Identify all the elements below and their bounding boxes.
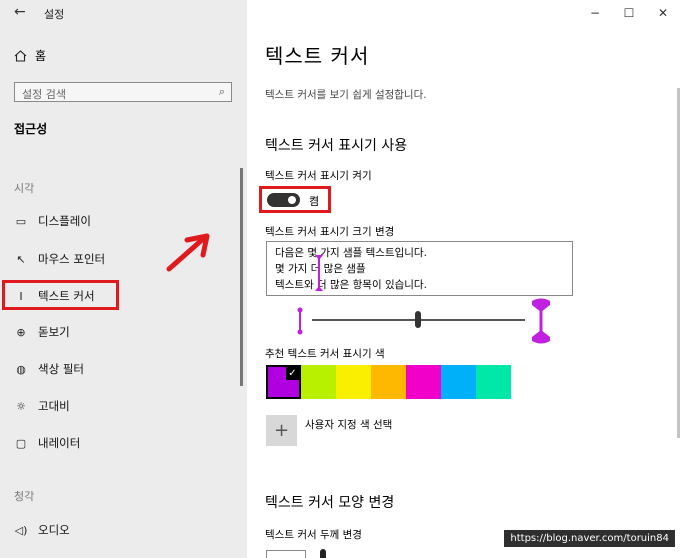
sample-text-box: 다음은 몇 가지 샘플 텍스트입니다. 몇 가지 더 많은 샘플 텍스트와 더 …	[266, 241, 573, 296]
color-swatch[interactable]	[476, 365, 511, 399]
plus-icon: +	[273, 420, 290, 441]
sidebar-item-mouse-pointer[interactable]: ↖ 마우스 포인터	[14, 249, 105, 269]
high-contrast-icon: ☼	[16, 399, 26, 413]
sidebar-item-label: 디스플레이	[38, 214, 91, 228]
back-arrow-icon[interactable]: ←	[14, 4, 26, 20]
annotation-highlight-text-cursor	[2, 280, 119, 310]
maximize-button[interactable]: ☐	[612, 0, 646, 26]
color-swatch[interactable]: ✓	[266, 365, 301, 399]
thickness-preview-box	[266, 550, 306, 558]
custom-color-label[interactable]: 사용자 지정 색 선택	[305, 417, 392, 432]
indicator-toggle-switch[interactable]	[267, 193, 300, 207]
sidebar-item-narrator[interactable]: ▢ 내레이터	[14, 433, 81, 453]
thickness-slider-thumb[interactable]	[320, 549, 326, 558]
color-filter-icon: ◍	[16, 362, 26, 376]
color-swatch[interactable]	[406, 365, 441, 399]
sidebar-item-label: 색상 필터	[38, 362, 84, 376]
home-label: 홈	[35, 49, 47, 63]
display-icon: ▭	[15, 214, 27, 228]
titlebar-left: ← 설정	[0, 0, 247, 30]
indicator-toggle-state: 켬	[309, 195, 320, 208]
search-icon[interactable]: ⌕	[219, 85, 225, 99]
color-swatch-row: ✓	[266, 365, 511, 399]
app-title: 설정	[44, 8, 65, 21]
size-slider-thumb[interactable]	[415, 311, 421, 328]
color-swatch[interactable]	[301, 365, 336, 399]
annotation-arrow-icon	[166, 233, 210, 272]
group-label-vision: 시각	[14, 182, 35, 195]
sidebar-item-audio[interactable]: ◁) 오디오	[14, 520, 70, 540]
watermark-url: https://blog.naver.com/toruin84	[504, 530, 675, 547]
color-swatch[interactable]	[371, 365, 406, 399]
sidebar-item-display[interactable]: ▭ 디스플레이	[14, 211, 91, 231]
checkmark-icon: ✓	[286, 367, 299, 380]
sidebar-item-label: 내레이터	[38, 436, 81, 450]
close-button[interactable]: ✕	[646, 0, 680, 26]
page-description: 텍스트 커서를 보기 쉽게 설정합니다.	[265, 89, 427, 101]
magnifier-icon: ⊕	[16, 325, 26, 339]
settings-sidebar: ← 설정 홈 ⌕ 접근성 시각 ▭ 디스플레이 ↖ 마우스 포인터 I 텍스트 …	[0, 0, 247, 558]
indicator-section-heading: 텍스트 커서 표시기 사용	[265, 138, 408, 154]
home-icon	[14, 49, 27, 62]
add-custom-color-button[interactable]: +	[266, 415, 297, 446]
sidebar-item-magnifier[interactable]: ⊕ 돋보기	[14, 322, 70, 342]
sidebar-scrollbar[interactable]	[240, 168, 243, 386]
thickness-label: 텍스트 커서 두께 변경	[265, 529, 362, 541]
home-nav-item[interactable]: 홈	[14, 47, 46, 64]
sidebar-item-label: 돋보기	[38, 325, 70, 339]
recommended-colors-label: 추천 텍스트 커서 표시기 색	[265, 348, 385, 360]
narrator-icon: ▢	[15, 436, 27, 450]
group-label-hearing: 청각	[14, 490, 35, 503]
large-indicator-icon	[532, 298, 550, 344]
cursor-indicator-preview-icon	[315, 255, 323, 291]
search-input[interactable]	[15, 85, 212, 104]
page-title: 텍스트 커서	[265, 44, 370, 68]
settings-search-box[interactable]: ⌕	[14, 82, 232, 104]
sidebar-item-label: 고대비	[38, 399, 70, 413]
sidebar-item-color-filter[interactable]: ◍ 색상 필터	[14, 359, 84, 379]
small-indicator-icon	[297, 307, 303, 335]
sidebar-section-title: 접근성	[14, 122, 48, 136]
color-swatch[interactable]	[336, 365, 371, 399]
indicator-size-label: 텍스트 커서 표시기 크기 변경	[265, 226, 395, 238]
appearance-section-heading: 텍스트 커서 모양 변경	[265, 495, 395, 511]
mouse-pointer-icon: ↖	[16, 252, 26, 266]
sidebar-item-label: 오디오	[38, 523, 70, 537]
window-controls: − ☐ ✕	[578, 0, 680, 26]
settings-content: − ☐ ✕ 텍스트 커서 텍스트 커서를 보기 쉽게 설정합니다. 텍스트 커서…	[247, 0, 680, 558]
sidebar-item-high-contrast[interactable]: ☼ 고대비	[14, 396, 70, 416]
minimize-button[interactable]: −	[578, 0, 612, 26]
audio-icon: ◁)	[14, 523, 28, 537]
sidebar-item-label: 마우스 포인터	[38, 252, 106, 266]
color-swatch[interactable]	[441, 365, 476, 399]
indicator-toggle-label: 텍스트 커서 표시기 켜기	[265, 170, 372, 182]
